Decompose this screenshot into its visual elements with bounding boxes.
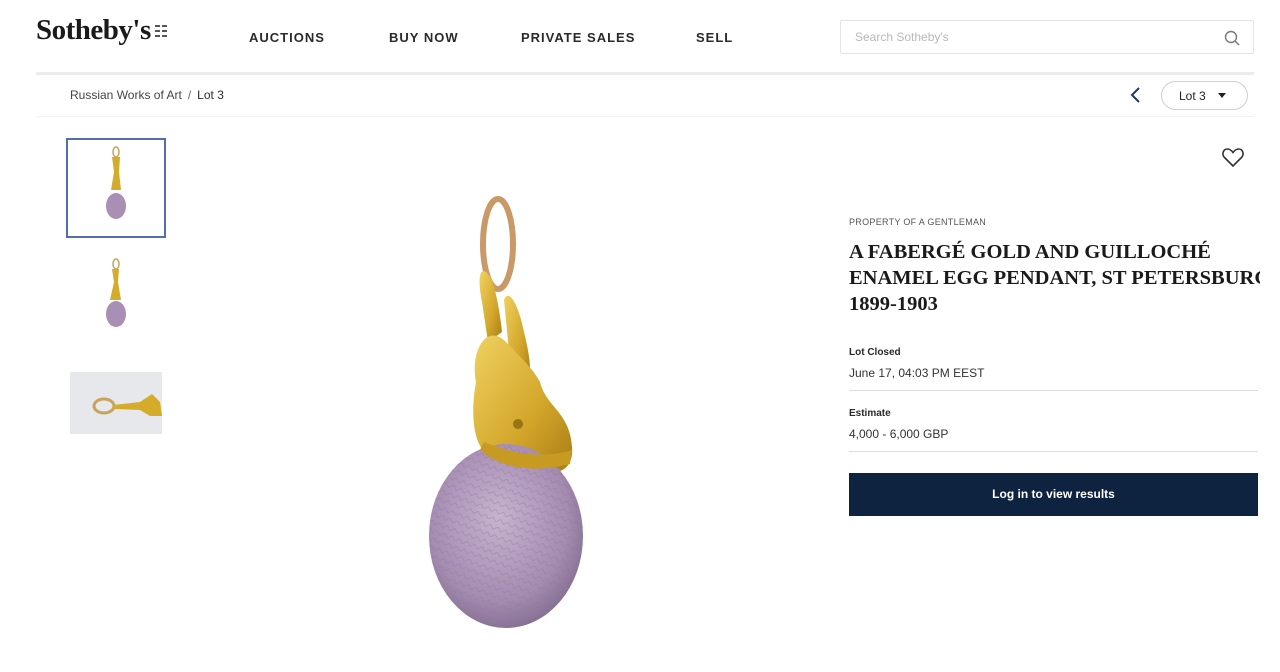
nav-private-sales[interactable]: PRIVATE SALES	[521, 30, 635, 45]
estimate-value: 4,000 - 6,000 GBP	[849, 427, 949, 441]
breadcrumb-parent-link[interactable]: Russian Works of Art	[70, 88, 182, 102]
site-header: Sotheby's AUCTIONS BUY NOW PRIVATE SALES…	[0, 0, 1280, 74]
heart-icon[interactable]	[1221, 146, 1245, 168]
thumbnail-3[interactable]	[70, 372, 162, 434]
details-divider	[849, 451, 1258, 452]
pendant-thumbnail-image	[106, 146, 126, 219]
lot-title-line-2: ENAMEL EGG PENDANT, ST PETERSBURG,	[849, 267, 1260, 289]
sothebys-logo[interactable]: Sotheby's	[36, 14, 167, 47]
search-input[interactable]	[841, 21, 1211, 53]
lot-selector-label: Lot 3	[1179, 89, 1206, 103]
search-icon[interactable]	[1223, 29, 1241, 47]
breadcrumb-separator: /	[187, 88, 192, 102]
thumbnail-1[interactable]	[66, 138, 166, 238]
lot-title-line-3: 1899-1903	[849, 293, 938, 315]
chevron-left-icon[interactable]	[1126, 84, 1146, 106]
pendant-main-image[interactable]	[420, 192, 600, 632]
pendant-detail-thumbnail-image	[92, 394, 162, 416]
pendant-thumbnail-image	[106, 258, 126, 327]
breadcrumb-current: Lot 3	[197, 88, 224, 102]
logo-mark-icon	[154, 24, 167, 37]
lot-closed-value: June 17, 04:03 PM EEST	[849, 366, 985, 380]
breadcrumb-divider	[36, 116, 1254, 117]
nav-auctions[interactable]: AUCTIONS	[249, 30, 325, 45]
lot-title-line-1: A FABERGÉ GOLD AND GUILLOCHÉ	[849, 241, 1211, 263]
header-divider	[36, 72, 1254, 75]
lot-selector-dropdown[interactable]: Lot 3	[1161, 81, 1248, 110]
logo-text: Sotheby's	[36, 14, 151, 46]
search-box	[840, 20, 1254, 54]
estimate-label: Estimate	[849, 408, 891, 419]
lot-provenance: PROPERTY OF A GENTLEMAN	[849, 217, 987, 227]
lot-closed-label: Lot Closed	[849, 347, 901, 358]
nav-sell[interactable]: SELL	[696, 30, 733, 45]
caret-down-icon	[1218, 93, 1226, 98]
lot-title: A FABERGÉ GOLD AND GUILLOCHÉ ENAMEL EGG …	[849, 239, 1260, 319]
details-divider	[849, 390, 1258, 391]
breadcrumb: Russian Works of Art / Lot 3	[70, 88, 224, 102]
login-to-view-results-button[interactable]: Log in to view results	[849, 473, 1258, 516]
thumbnail-2[interactable]	[66, 250, 166, 350]
nav-buy-now[interactable]: BUY NOW	[389, 30, 459, 45]
